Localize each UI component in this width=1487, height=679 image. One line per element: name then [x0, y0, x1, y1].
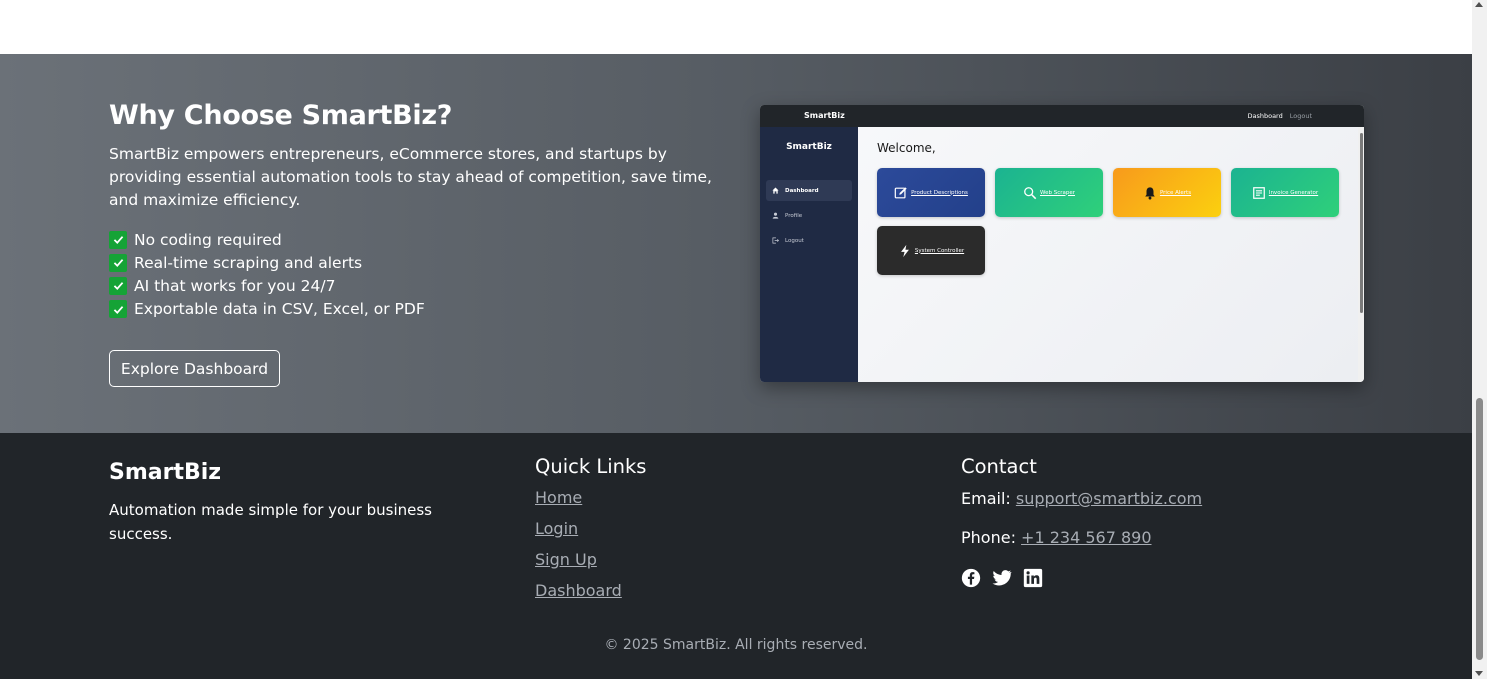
preview-card-price-alerts: Price Alerts: [1113, 168, 1221, 217]
why-title: Why Choose SmartBiz?: [109, 100, 453, 131]
contact-phone: Phone: +1 234 567 890: [961, 528, 1152, 547]
footer-tagline: Automation made simple for your business…: [109, 501, 432, 543]
phone-label: Phone:: [961, 528, 1016, 547]
footer: SmartBiz Automation made simple for your…: [0, 433, 1472, 679]
preview-nav-links: Dashboard Logout: [1247, 112, 1312, 120]
logout-icon: [772, 237, 779, 244]
footer-link-home[interactable]: Home: [535, 488, 622, 519]
feature-label: No coding required: [134, 230, 282, 249]
feature-label: Real-time scraping and alerts: [134, 253, 363, 272]
quick-links-list: Home Login Sign Up Dashboard: [535, 488, 622, 612]
preview-nav-logout: Logout: [1289, 112, 1312, 120]
linkedin-icon[interactable]: [1023, 568, 1043, 588]
feature-item: Exportable data in CSV, Excel, or PDF: [109, 298, 425, 321]
why-description: SmartBiz empowers entrepreneurs, eCommer…: [109, 145, 712, 209]
footer-brand: SmartBiz: [109, 460, 222, 485]
check-icon: [109, 253, 127, 272]
facebook-icon[interactable]: [961, 568, 981, 588]
preview-scrollbar: [1358, 127, 1364, 382]
search-icon: [1024, 186, 1037, 199]
home-icon: [772, 187, 779, 194]
preview-card-web-scraper: Web Scraper: [995, 168, 1103, 217]
preview-sidebar-item-logout: Logout: [766, 230, 852, 251]
preview-navbar: SmartBiz Dashboard Logout: [760, 105, 1364, 127]
preview-sidebar-label: Dashboard: [785, 187, 819, 194]
feature-item: Real-time scraping and alerts: [109, 251, 425, 274]
feature-list: No coding required Real-time scraping an…: [109, 228, 425, 321]
edit-icon: [894, 186, 907, 198]
page: Why Choose SmartBiz? SmartBiz empowers e…: [0, 0, 1472, 679]
check-icon: [109, 300, 127, 319]
quick-links-title: Quick Links: [535, 455, 647, 478]
invoice-icon: [1252, 186, 1265, 199]
preview-nav-dashboard: Dashboard: [1247, 112, 1283, 120]
email-link[interactable]: support@smartbiz.com: [1016, 489, 1202, 508]
feature-item: AI that works for you 24/7: [109, 274, 425, 297]
preview-card-system-controller: System Controller: [877, 226, 985, 275]
scroll-up-arrow-icon[interactable]: [1475, 2, 1483, 7]
copyright: © 2025 SmartBiz. All rights reserved.: [604, 637, 868, 653]
footer-link-login[interactable]: Login: [535, 519, 622, 550]
feature-item: No coding required: [109, 228, 425, 251]
bell-icon: [1145, 186, 1155, 199]
contact-email: Email: support@smartbiz.com: [961, 489, 1202, 508]
preview-sidebar-item-profile: Profile: [766, 205, 852, 226]
preview-sidebar-item-dashboard: Dashboard: [766, 180, 852, 201]
preview-welcome: Welcome,: [877, 141, 936, 155]
preview-card-label: Web Scraper: [1039, 189, 1076, 196]
phone-link[interactable]: +1 234 567 890: [1021, 528, 1151, 547]
top-spacer: [0, 0, 1472, 54]
social-links: [961, 568, 1043, 588]
scrollbar-thumb[interactable]: [1476, 398, 1483, 660]
scroll-down-arrow-icon[interactable]: [1475, 671, 1483, 676]
preview-sidebar: SmartBiz Dashboard Profile Logout: [760, 127, 858, 382]
twitter-icon[interactable]: [992, 568, 1012, 588]
user-icon: [772, 212, 779, 219]
preview-scrollbar-thumb: [1360, 133, 1363, 313]
contact-title: Contact: [961, 455, 1037, 478]
bolt-icon: [900, 244, 909, 257]
preview-card-label: Product Descriptions: [911, 189, 968, 196]
footer-link-dashboard[interactable]: Dashboard: [535, 581, 622, 612]
preview-card-product-descriptions: Product Descriptions: [877, 168, 985, 217]
preview-brand: SmartBiz: [804, 111, 845, 120]
preview-card-label: Invoice Generator: [1268, 189, 1319, 196]
check-icon: [109, 276, 127, 295]
preview-card-label: Price Alerts: [1159, 189, 1192, 196]
feature-label: Exportable data in CSV, Excel, or PDF: [134, 300, 425, 319]
explore-dashboard-button[interactable]: Explore Dashboard: [109, 350, 280, 387]
preview-sidebar-brand: SmartBiz: [786, 142, 832, 152]
check-icon: [109, 230, 127, 249]
preview-main: Welcome, Product Descriptions Web Scrape…: [858, 127, 1358, 382]
preview-sidebar-label: Profile: [785, 212, 803, 219]
preview-card-label: System Controller: [914, 247, 965, 254]
feature-label: AI that works for you 24/7: [134, 276, 336, 295]
page-scrollbar[interactable]: [1472, 0, 1487, 679]
footer-link-signup[interactable]: Sign Up: [535, 550, 622, 581]
preview-card-invoice-generator: Invoice Generator: [1231, 168, 1339, 217]
dashboard-preview-image: SmartBiz Dashboard Logout SmartBiz Dashb…: [760, 105, 1364, 382]
why-choose-section: Why Choose SmartBiz? SmartBiz empowers e…: [0, 54, 1472, 433]
email-label: Email:: [961, 489, 1011, 508]
preview-sidebar-label: Logout: [785, 237, 804, 244]
